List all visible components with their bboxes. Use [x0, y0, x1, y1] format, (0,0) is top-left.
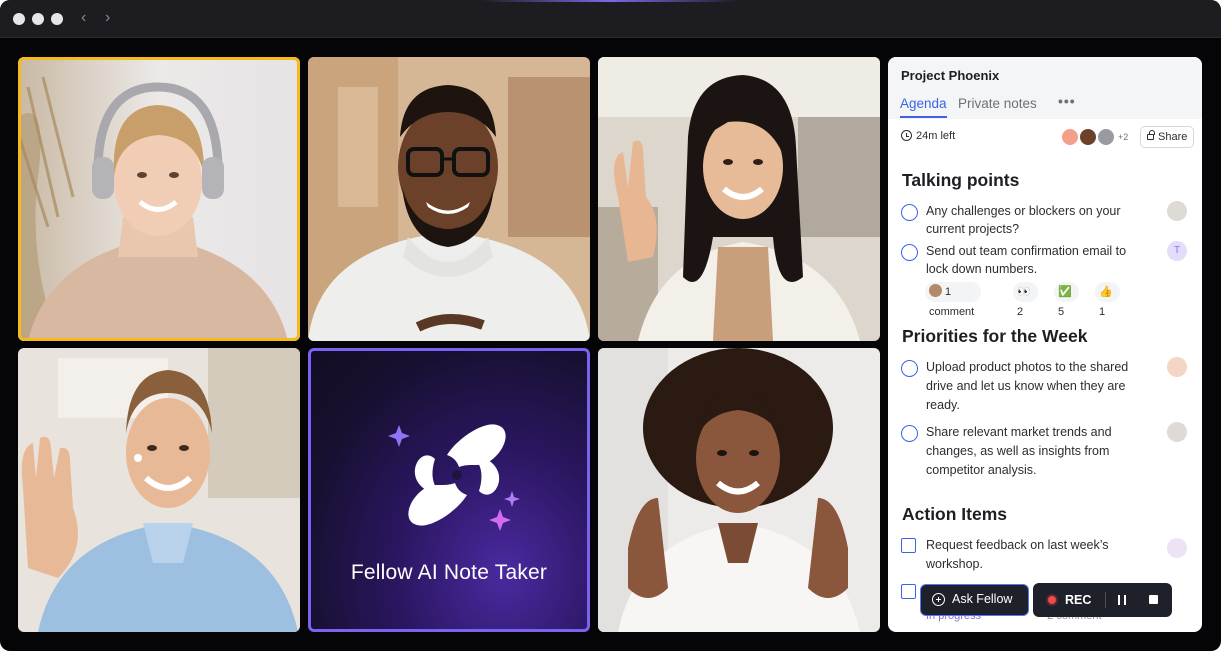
- item-text: Any challenges or blockers on your curre…: [926, 204, 1121, 236]
- participant-video: [598, 57, 880, 341]
- item-checkbox[interactable]: [901, 360, 918, 377]
- reaction-count: 2: [1017, 306, 1024, 318]
- participant-tile-headphones-woman[interactable]: [18, 57, 300, 341]
- window-maximize-dot[interactable]: [51, 13, 63, 25]
- participant-tile-waving-man[interactable]: [18, 348, 300, 632]
- item-checkbox[interactable]: [901, 204, 918, 221]
- item-checkbox[interactable]: [901, 584, 916, 599]
- reaction-chip-thumbs-up[interactable]: 👍 1: [1095, 282, 1120, 318]
- clock-icon: [901, 130, 912, 141]
- participant-video: [18, 57, 300, 341]
- thumbs-up-emoji-icon: 👍: [1099, 286, 1113, 298]
- avatar: [1078, 127, 1098, 147]
- reaction-chip-check[interactable]: ✅ 5: [1054, 282, 1079, 318]
- assignee-avatar: T: [1167, 241, 1187, 261]
- item-checkbox[interactable]: [901, 244, 918, 261]
- item-text: Request feedback on last week’s workshop…: [926, 538, 1109, 571]
- app-window: ‹ › Fellow AI Note Taker Project Phoenix…: [0, 0, 1221, 651]
- agenda-item[interactable]: Any challenges or blockers on your curre…: [901, 202, 1161, 238]
- back-arrow-icon[interactable]: ‹: [81, 9, 86, 27]
- action-item[interactable]: Request feedback on last week’s workshop…: [901, 536, 1161, 574]
- comment-chip[interactable]: 1 comment: [925, 282, 982, 318]
- item-text: Send out team confirmation email to lock…: [926, 244, 1127, 276]
- ai-note-taker-tile[interactable]: Fellow AI Note Taker: [308, 348, 590, 632]
- share-label: Share: [1158, 131, 1188, 143]
- recording-controls: REC: [1033, 583, 1172, 617]
- assignee-avatar: [1167, 201, 1187, 221]
- window-close-dot[interactable]: [13, 13, 25, 25]
- tab-agenda[interactable]: Agenda: [900, 96, 947, 111]
- assignee-avatar: [1167, 422, 1187, 442]
- tab-private-notes[interactable]: Private notes: [958, 96, 1037, 111]
- agenda-item[interactable]: Send out team confirmation email to lock…: [901, 242, 1161, 278]
- lock-icon: [1147, 130, 1155, 140]
- pause-icon[interactable]: [1118, 595, 1126, 605]
- participant-video: [598, 348, 880, 632]
- share-button[interactable]: Share: [1140, 126, 1194, 148]
- attendee-avatars[interactable]: +2: [1060, 127, 1134, 149]
- rec-label: REC: [1065, 593, 1092, 607]
- forward-arrow-icon[interactable]: ›: [105, 9, 110, 27]
- avatar: [1060, 127, 1080, 147]
- participant-video: [308, 57, 590, 341]
- meeting-title: Project Phoenix: [901, 68, 1000, 83]
- stop-icon[interactable]: [1149, 595, 1158, 604]
- assignee-avatar: [1167, 538, 1187, 558]
- reaction-count: 1: [1099, 306, 1106, 318]
- more-options-icon[interactable]: •••: [1058, 93, 1076, 109]
- item-text: Upload product photos to the shared driv…: [926, 360, 1129, 412]
- ai-note-taker-label: Fellow AI Note Taker: [350, 561, 548, 584]
- time-remaining: 24m left: [901, 130, 955, 142]
- active-tab-indicator: [900, 116, 947, 118]
- section-title-talking-points: Talking points: [902, 170, 1020, 190]
- avatar: [1096, 127, 1116, 147]
- participant-tile-waving-woman[interactable]: [598, 57, 880, 341]
- ask-fellow-button[interactable]: Ask Fellow: [920, 584, 1029, 616]
- commenter-avatar: [929, 284, 942, 297]
- time-left-text: 24m left: [916, 130, 956, 142]
- participant-tile-curly-woman[interactable]: [598, 348, 880, 632]
- divider: [1105, 592, 1106, 608]
- agenda-panel: Project Phoenix Agenda Private notes •••…: [888, 57, 1202, 632]
- recording-dot-icon: [1048, 596, 1056, 604]
- window-minimize-dot[interactable]: [32, 13, 44, 25]
- extra-attendees-count: +2: [1118, 132, 1129, 142]
- item-checkbox[interactable]: [901, 538, 916, 553]
- participant-video: [18, 348, 300, 632]
- top-glow: [480, 0, 740, 2]
- section-title-action-items: Action Items: [902, 504, 1008, 524]
- panel-header: Project Phoenix Agenda Private notes •••: [888, 57, 1202, 119]
- section-title-priorities: Priorities for the Week: [902, 326, 1088, 346]
- participant-tile-glasses-man[interactable]: [308, 57, 590, 341]
- ask-fellow-label: Ask Fellow: [952, 592, 1013, 606]
- add-circle-icon: [932, 593, 945, 606]
- assignee-avatar: [1167, 357, 1187, 377]
- reaction-count: 5: [1058, 306, 1065, 318]
- agenda-item[interactable]: Share relevant market trends and changes…: [901, 423, 1161, 480]
- title-bar: ‹ ›: [0, 0, 1221, 38]
- agenda-item[interactable]: Upload product photos to the shared driv…: [901, 358, 1161, 415]
- reaction-chip-eyes[interactable]: 👀 2: [1013, 282, 1038, 318]
- item-checkbox[interactable]: [901, 425, 918, 442]
- eyes-emoji-icon: 👀: [1017, 286, 1031, 298]
- fellow-logo-icon: [388, 424, 520, 531]
- item-text: Share relevant market trends and changes…: [926, 425, 1112, 477]
- check-emoji-icon: ✅: [1058, 286, 1072, 298]
